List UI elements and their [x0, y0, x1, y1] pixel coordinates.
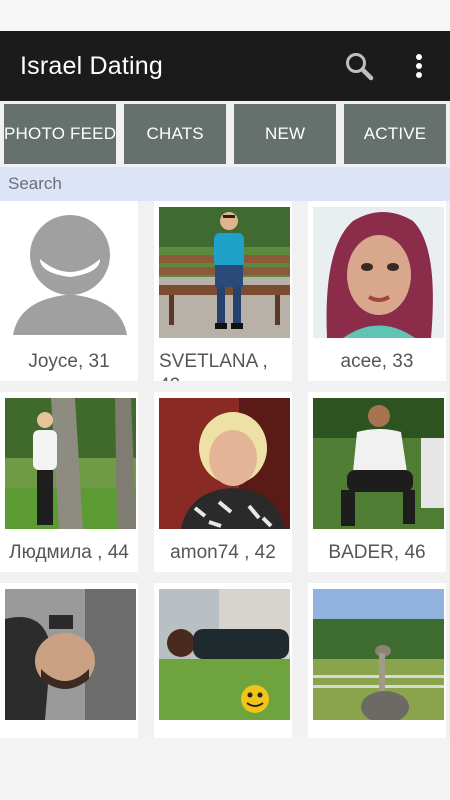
profile-photo	[313, 207, 444, 338]
tab-bar: PHOTO FEED CHATS NEW ACTIVE	[0, 101, 450, 167]
profile-photo	[313, 398, 444, 529]
profile-card[interactable]: acee, 33	[308, 201, 446, 381]
profile-name: acee, 33	[340, 351, 414, 372]
profile-name: Людмила , 44	[9, 542, 129, 563]
profile-card[interactable]: amon74 , 42	[154, 392, 292, 572]
profile-card[interactable]	[308, 583, 446, 738]
profile-photo	[5, 398, 136, 529]
profile-card[interactable]: Joyce, 31	[0, 201, 138, 381]
profile-grid: Joyce, 31 SVETLANA , acee, 33 Людмила , …	[0, 201, 450, 738]
profile-photo	[5, 589, 136, 720]
status-bar	[0, 0, 450, 31]
profile-card[interactable]: BADER, 46	[308, 392, 446, 572]
search-bar	[0, 167, 450, 201]
profile-card[interactable]: Людмила , 44	[0, 392, 138, 572]
overflow-menu-icon[interactable]	[402, 49, 436, 83]
profile-card[interactable]	[0, 583, 138, 738]
profile-name: amon74 , 42	[170, 542, 276, 563]
app-title: Israel Dating	[20, 51, 163, 80]
default-avatar-icon	[5, 207, 136, 338]
app-bar: Israel Dating	[0, 31, 450, 101]
profile-photo	[313, 589, 444, 720]
profile-name: Joyce, 31	[28, 351, 110, 372]
tab-chats[interactable]: CHATS	[124, 104, 227, 164]
bottom-area	[0, 738, 450, 800]
tab-photo-feed[interactable]: PHOTO FEED	[4, 104, 117, 164]
profile-card[interactable]: SVETLANA , 42	[154, 201, 292, 381]
profile-photo	[159, 207, 290, 338]
profile-card[interactable]	[154, 583, 292, 738]
profile-photo	[159, 398, 290, 529]
search-input[interactable]	[6, 173, 450, 195]
profile-name: BADER, 46	[328, 542, 426, 563]
tab-new[interactable]: NEW	[234, 104, 337, 164]
tab-active[interactable]: ACTIVE	[344, 104, 447, 164]
search-icon[interactable]	[342, 49, 376, 83]
app-bar-actions	[342, 31, 436, 101]
profile-photo	[159, 589, 290, 720]
profile-name: SVETLANA , 42	[159, 351, 268, 381]
